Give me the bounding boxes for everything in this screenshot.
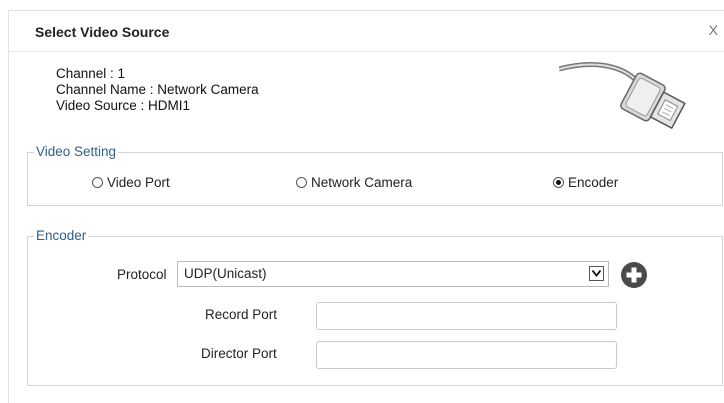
encoder-group: Encoder Protocol UDP(Unicast) Record Por… xyxy=(27,228,723,386)
protocol-value: UDP(Unicast) xyxy=(184,266,267,281)
chevron-down-icon[interactable] xyxy=(589,266,604,281)
radio-button-icon[interactable] xyxy=(296,177,307,188)
dialog-title: Select Video Source xyxy=(35,24,170,40)
protocol-label: Protocol xyxy=(117,267,167,282)
record-port-label: Record Port xyxy=(205,307,278,322)
encoder-legend: Encoder xyxy=(34,228,89,243)
select-video-source-dialog: Select Video Source X Channel : 1 Channe… xyxy=(8,10,724,403)
plus-circle-icon[interactable] xyxy=(620,261,648,289)
radio-label: Video Port xyxy=(107,175,170,190)
dialog-titlebar: Select Video Source X xyxy=(9,11,724,52)
director-port-label: Director Port xyxy=(201,346,277,361)
radio-video-port[interactable]: Video Port xyxy=(92,175,170,190)
video-source: Video Source : HDMI1 xyxy=(56,98,191,113)
channel-info: Channel : 1 Channel Name : Network Camer… xyxy=(56,66,259,114)
radio-button-icon[interactable] xyxy=(92,177,103,188)
radio-network-camera[interactable]: Network Camera xyxy=(296,175,412,190)
close-button[interactable]: X xyxy=(709,22,718,38)
protocol-select[interactable]: UDP(Unicast) xyxy=(177,261,609,287)
channel-name: Channel Name : Network Camera xyxy=(56,82,259,97)
channel-number: Channel : 1 xyxy=(56,66,126,81)
video-setting-group: Video Setting Video Port Network Camera … xyxy=(27,144,723,206)
radio-label: Network Camera xyxy=(311,175,413,190)
director-port-input[interactable] xyxy=(316,341,617,369)
record-port-input[interactable] xyxy=(316,302,617,330)
hdmi-cable-icon xyxy=(559,62,686,130)
radio-button-selected-icon[interactable] xyxy=(553,177,564,188)
radio-label: Encoder xyxy=(568,175,619,190)
radio-encoder[interactable]: Encoder xyxy=(553,175,618,190)
video-setting-legend: Video Setting xyxy=(34,144,119,159)
